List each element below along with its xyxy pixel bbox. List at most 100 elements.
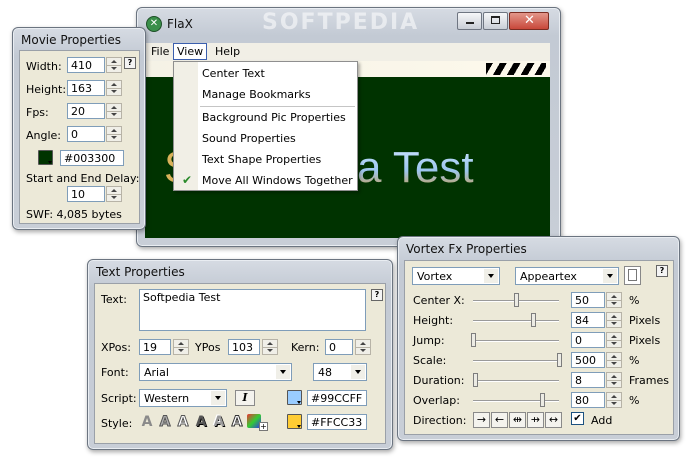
param-slider[interactable]: [473, 293, 559, 307]
param-slider[interactable]: [473, 393, 559, 407]
help-button[interactable]: ?: [124, 57, 136, 69]
direction-button[interactable]: ⇹: [509, 412, 526, 428]
close-icon: ✕: [524, 13, 535, 28]
banner-stripes-icon: [486, 63, 546, 75]
slider-thumb[interactable]: [557, 353, 562, 367]
flax-app-icon: ✕: [146, 16, 162, 32]
effect-select[interactable]: Vortex: [412, 267, 500, 285]
height-spinner[interactable]: [106, 80, 122, 96]
script-select-value: Western: [144, 392, 190, 405]
mode-select[interactable]: Appeartex: [515, 267, 619, 285]
param-value[interactable]: 8: [571, 372, 605, 388]
param-value[interactable]: 84: [571, 312, 605, 328]
font-size-select[interactable]: 48: [313, 363, 367, 381]
minimize-icon: [466, 22, 474, 24]
kern-spinner[interactable]: [355, 339, 371, 355]
width-field[interactable]: 410: [67, 57, 105, 73]
text-properties-window: Text Properties Text: Softpedia Test ? X…: [87, 259, 393, 450]
xpos-spinner[interactable]: [173, 339, 189, 355]
menu-item-center-text[interactable]: Center Text: [202, 67, 265, 80]
style-glow-button[interactable]: A: [229, 414, 245, 431]
window-title: FlaX: [167, 17, 193, 31]
text-input[interactable]: Softpedia Test: [139, 289, 366, 331]
slider-thumb[interactable]: [531, 313, 537, 327]
param-slider[interactable]: [471, 333, 559, 347]
kern-field[interactable]: 0: [325, 339, 353, 355]
xpos-field[interactable]: 19: [139, 339, 171, 355]
menu-help[interactable]: Help: [215, 45, 240, 58]
movie-properties-window: Movie Properties ? Width: 410 Height: 16…: [12, 27, 146, 230]
chevron-down-icon: [351, 365, 365, 379]
menu-item-move-all-windows[interactable]: Move All Windows Together: [202, 174, 353, 187]
param-spinner[interactable]: [606, 332, 622, 348]
width-spinner[interactable]: [106, 57, 122, 73]
height-field[interactable]: 163: [67, 80, 105, 96]
angle-field[interactable]: 0: [67, 126, 105, 142]
menu-file[interactable]: File: [151, 45, 169, 58]
chevron-down-icon: [211, 391, 225, 405]
menu-bar: File View Help: [145, 43, 550, 61]
italic-button[interactable]: I: [235, 390, 255, 406]
vortex-fx-title: Vortex Fx Properties: [406, 242, 527, 256]
new-page-button[interactable]: [624, 266, 641, 285]
add-style-icon[interactable]: +: [259, 422, 268, 431]
font-select[interactable]: Arial: [139, 363, 292, 381]
param-slider[interactable]: [472, 373, 559, 387]
param-spinner[interactable]: [606, 392, 622, 408]
menu-icon-column: [174, 62, 198, 190]
param-label: Overlap:: [413, 394, 460, 407]
param-spinner[interactable]: [606, 372, 622, 388]
angle-label: Angle:: [26, 129, 62, 142]
page-icon: [628, 269, 637, 281]
direction-button[interactable]: ⇸: [527, 412, 544, 428]
background-color-field[interactable]: #003300: [60, 150, 124, 166]
slider-thumb[interactable]: [471, 333, 476, 347]
param-value[interactable]: 500: [571, 352, 605, 368]
help-button[interactable]: ?: [371, 289, 383, 301]
delay-spinner[interactable]: [106, 186, 122, 202]
style-hollow-button[interactable]: A: [175, 414, 191, 431]
menu-item-background-pic[interactable]: Background Pic Properties: [202, 111, 346, 124]
fps-field[interactable]: 20: [67, 103, 105, 119]
style-outline-button[interactable]: A: [157, 414, 173, 431]
param-spinner[interactable]: [606, 352, 622, 368]
direction-label: Direction:: [413, 414, 467, 427]
ypos-field[interactable]: 103: [228, 339, 260, 355]
direction-button[interactable]: ←: [491, 412, 508, 428]
direction-button[interactable]: →: [473, 412, 490, 428]
param-spinner[interactable]: [606, 292, 622, 308]
angle-spinner[interactable]: [106, 126, 122, 142]
script-select[interactable]: Western: [139, 389, 227, 407]
param-value[interactable]: 50: [571, 292, 605, 308]
shadow-color-field[interactable]: #FFCC33: [307, 414, 367, 430]
param-value[interactable]: 80: [571, 392, 605, 408]
close-button[interactable]: ✕: [509, 12, 549, 30]
param-slider[interactable]: [473, 353, 562, 367]
background-color-swatch[interactable]: [38, 150, 53, 165]
style-plain-button[interactable]: A: [139, 414, 155, 430]
param-slider[interactable]: [473, 313, 559, 327]
param-value[interactable]: 0: [571, 332, 605, 348]
text-color-swatch[interactable]: [287, 390, 302, 405]
direction-button[interactable]: ↔: [545, 412, 562, 428]
minimize-button[interactable]: [457, 12, 482, 30]
delay-field[interactable]: 10: [67, 186, 105, 202]
slider-thumb[interactable]: [472, 373, 478, 387]
fps-spinner[interactable]: [106, 103, 122, 119]
style-shadow-button[interactable]: A: [193, 414, 209, 430]
slider-thumb[interactable]: [539, 393, 545, 407]
menu-item-sound-properties[interactable]: Sound Properties: [202, 132, 296, 145]
text-color-field[interactable]: #99CCFF: [307, 390, 367, 406]
style-emboss-button[interactable]: A: [211, 414, 227, 430]
menu-view[interactable]: View: [173, 43, 208, 60]
menu-item-text-shape[interactable]: Text Shape Properties: [202, 153, 321, 166]
param-spinner[interactable]: [606, 312, 622, 328]
maximize-button[interactable]: [483, 12, 508, 30]
help-button[interactable]: ?: [656, 265, 668, 277]
ypos-spinner[interactable]: [262, 339, 278, 355]
shadow-color-swatch[interactable]: [287, 414, 302, 429]
param-label: Jump:: [413, 334, 445, 347]
slider-thumb[interactable]: [514, 293, 519, 307]
add-checkbox[interactable]: ✔: [571, 412, 584, 425]
menu-item-manage-bookmarks[interactable]: Manage Bookmarks: [202, 88, 311, 101]
